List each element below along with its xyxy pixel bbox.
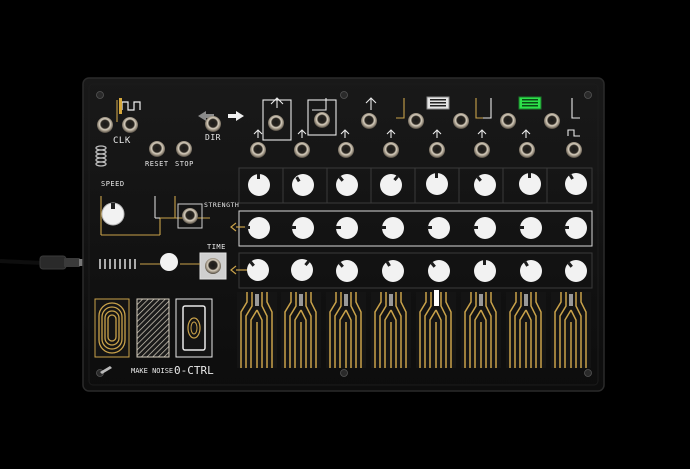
- time-range-knob[interactable]: [160, 253, 178, 271]
- product-name: 0-CTRL: [174, 364, 214, 377]
- top-jack-6[interactable]: [500, 113, 516, 129]
- gate-jack-6[interactable]: [474, 142, 490, 158]
- spiral-touch-plate[interactable]: [94, 298, 130, 358]
- clk-label: CLK: [113, 136, 131, 146]
- time-jack[interactable]: [205, 258, 221, 274]
- maker-logo-text: MAKE NOISE: [131, 367, 174, 375]
- gate-jack-1[interactable]: [250, 142, 266, 158]
- strength-jack[interactable]: [182, 208, 198, 224]
- gate-jack-2[interactable]: [294, 142, 310, 158]
- dir-label: DIR: [205, 133, 221, 142]
- diagonal-hatch-tile: [136, 298, 170, 358]
- strength-knob-1[interactable]: [248, 217, 270, 239]
- reset-jack[interactable]: [149, 141, 165, 157]
- top-jack-3[interactable]: [361, 113, 377, 129]
- top-jack-5[interactable]: [453, 113, 469, 129]
- time-label: TIME: [207, 243, 226, 251]
- top-jack-1[interactable]: [268, 115, 284, 131]
- clk-output-jack[interactable]: [122, 117, 138, 133]
- gate-jack-5[interactable]: [429, 142, 445, 158]
- patch-cable: [0, 255, 87, 270]
- gate-jack-4[interactable]: [383, 142, 399, 158]
- gate-jack-7[interactable]: [519, 142, 535, 158]
- top-jack-4[interactable]: [408, 113, 424, 129]
- time-knob-4[interactable]: [382, 260, 404, 282]
- speed-label: SPEED: [101, 180, 125, 188]
- strength-label: STRENGTH: [204, 201, 240, 209]
- gate-jack-3[interactable]: [338, 142, 354, 158]
- top-jack-2[interactable]: [314, 112, 330, 128]
- stop-label: STOP: [175, 160, 194, 168]
- reset-label: RESET: [145, 160, 169, 168]
- make-noise-0-ctrl-sequencer-photo: [0, 77, 605, 392]
- step-knob-8[interactable]: [565, 173, 587, 195]
- time-knob-7[interactable]: [520, 260, 542, 282]
- clk-input-jack[interactable]: [97, 117, 113, 133]
- dir-jack[interactable]: [205, 116, 221, 132]
- step-knob-2[interactable]: [292, 174, 314, 196]
- fingerprint-touch-plate[interactable]: [175, 298, 213, 358]
- top-jack-7[interactable]: [544, 113, 560, 129]
- gate-jack-8[interactable]: [566, 142, 582, 158]
- stop-jack[interactable]: [176, 141, 192, 157]
